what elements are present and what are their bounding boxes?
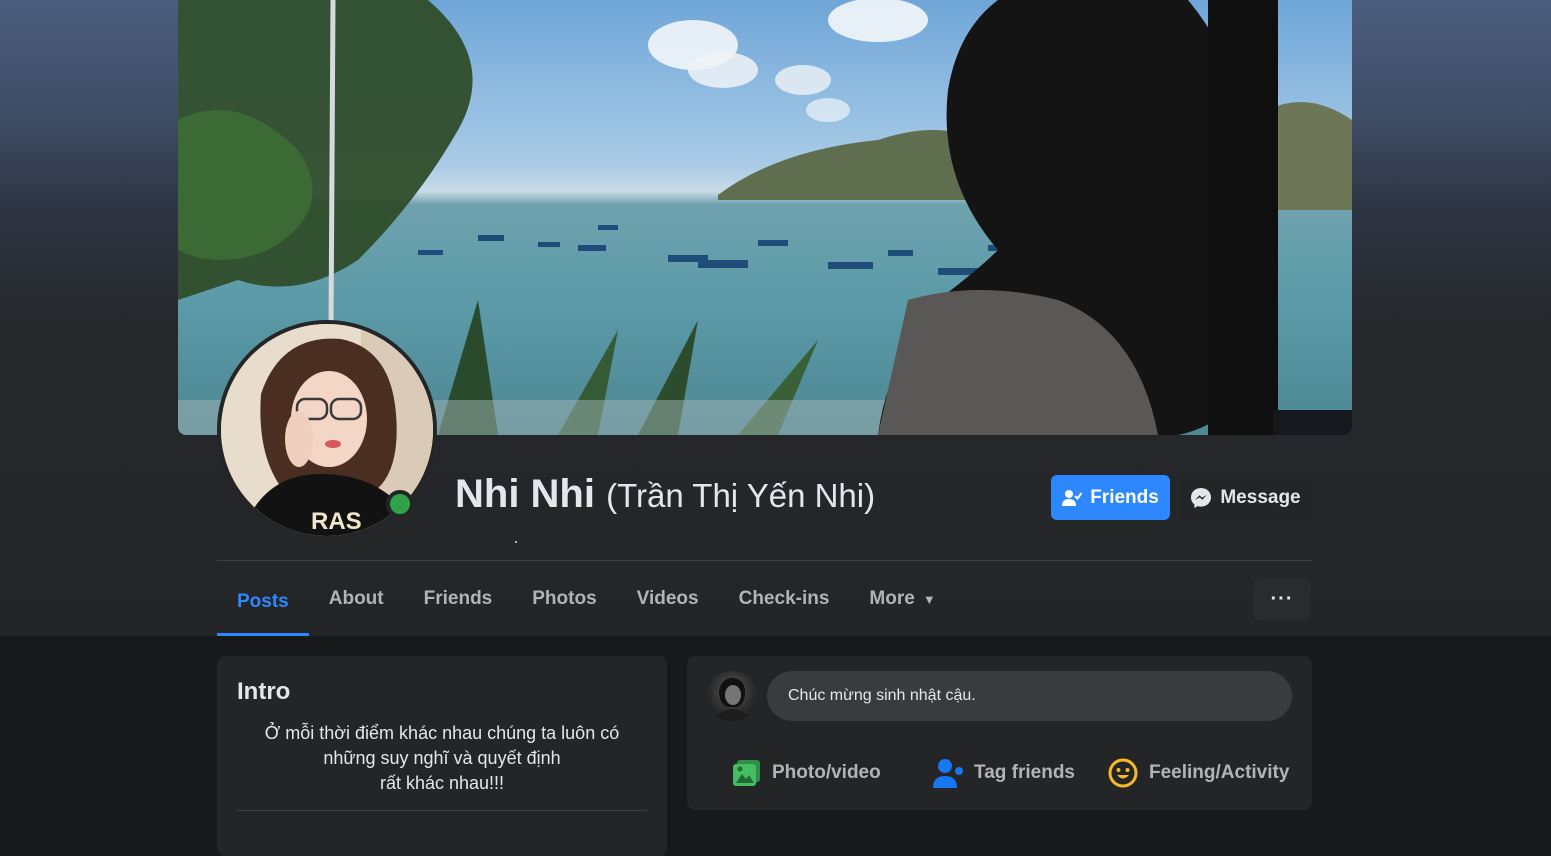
- tab-more-label: More: [869, 588, 915, 609]
- tag-friends-label: Tag friends: [974, 762, 1075, 783]
- tab-check-ins-label: Check-ins: [738, 588, 830, 609]
- tab-friends-label: Friends: [423, 588, 493, 609]
- ellipsis-icon: ···: [1270, 587, 1294, 610]
- viewer-avatar[interactable]: [707, 671, 757, 721]
- intro-bio-line: rất khác nhau!!!: [379, 773, 505, 793]
- tab-friends[interactable]: Friends: [404, 566, 513, 632]
- tab-videos-label: Videos: [636, 588, 699, 609]
- tab-photos-label: Photos: [532, 588, 597, 609]
- header-divider: [217, 560, 1312, 561]
- message-button-label: Message: [1220, 486, 1301, 508]
- post-composer: Chúc mừng sinh nhật cậu. Photo/video Tag…: [687, 656, 1312, 810]
- feeling-activity-button[interactable]: Feeling/Activity: [1107, 748, 1289, 798]
- post-input-text: Chúc mừng sinh nhật cậu.: [788, 687, 976, 704]
- smiley-icon: [1108, 758, 1138, 788]
- photo-icon: [733, 760, 760, 786]
- tab-videos[interactable]: Videos: [617, 566, 719, 632]
- post-input[interactable]: Chúc mừng sinh nhật cậu.: [767, 671, 1292, 721]
- intro-card: Intro Ở mỗi thời điểm khác nhau chúng ta…: [217, 656, 667, 856]
- profile-alternate-name: (Trần Thị Yến Nhi): [606, 477, 876, 514]
- online-status-indicator: [386, 490, 414, 518]
- intro-title: Intro: [237, 678, 291, 705]
- message-button[interactable]: Message: [1180, 475, 1311, 520]
- tab-check-ins[interactable]: Check-ins: [719, 566, 850, 632]
- intro-bio-line: những suy nghĩ và quyết định: [323, 748, 561, 768]
- profile-name: Nhi Nhi (Trần Thị Yến Nhi): [455, 472, 875, 517]
- friends-button-label: Friends: [1090, 486, 1159, 508]
- messenger-icon: [1191, 487, 1212, 508]
- composer-actions: Photo/video Tag friends Feeling/Activity: [687, 748, 1312, 798]
- tab-about-label: About: [328, 588, 384, 609]
- profile-display-name: Nhi Nhi: [455, 472, 595, 516]
- person-check-icon: [1062, 489, 1083, 506]
- tab-photos[interactable]: Photos: [512, 566, 616, 632]
- intro-divider: [237, 810, 647, 811]
- tag-friends-button[interactable]: Tag friends: [932, 748, 1075, 798]
- photo-video-label: Photo/video: [772, 762, 881, 783]
- more-options-button[interactable]: ···: [1253, 578, 1311, 620]
- svg-text:RAS: RAS: [311, 508, 362, 535]
- friends-button[interactable]: Friends: [1051, 475, 1170, 520]
- tab-about[interactable]: About: [309, 566, 404, 632]
- photo-video-button[interactable]: Photo/video: [732, 748, 881, 798]
- intro-bio: Ở mỗi thời điểm khác nhau chúng ta luôn …: [237, 721, 647, 796]
- decorative-dot: [515, 541, 517, 543]
- tab-more[interactable]: More ▼: [849, 566, 955, 632]
- tag-friends-icon: [933, 759, 963, 788]
- profile-tabs: Posts About Friends Photos Videos Check-…: [217, 566, 956, 636]
- intro-bio-line: Ở mỗi thời điểm khác nhau chúng ta luôn …: [264, 723, 620, 743]
- tab-posts-label: Posts: [237, 590, 289, 612]
- feeling-activity-label: Feeling/Activity: [1149, 762, 1290, 783]
- tab-posts[interactable]: Posts: [217, 566, 309, 636]
- caret-down-icon: ▼: [922, 591, 936, 607]
